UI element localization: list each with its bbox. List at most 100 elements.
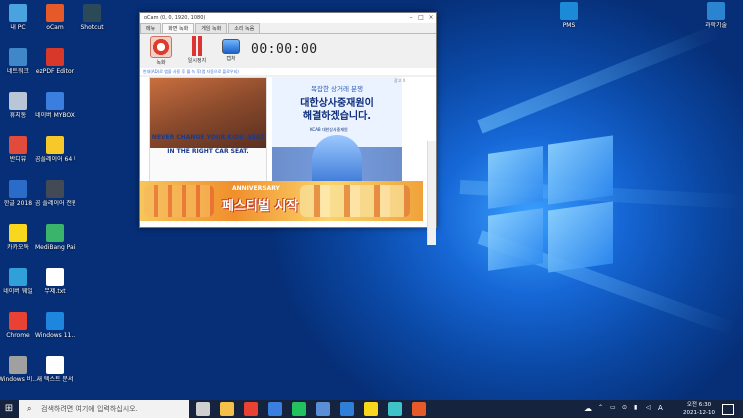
search-icon: ⌕ [27, 404, 32, 413]
desktop-icon[interactable]: Chrome [0, 312, 38, 339]
desktop-icon-label: 휴지통 [9, 112, 27, 119]
desktop-icon-label: 네이버 웨일 [3, 288, 33, 295]
light-beam [477, 23, 724, 134]
search-placeholder: 검색하려면 여기에 입력하십시오. [41, 405, 138, 413]
desktop-icon[interactable]: PMS [549, 2, 589, 29]
ad-art-characters [300, 185, 410, 217]
desktop-icon[interactable]: 네이버 MYBOX [35, 92, 75, 119]
language-indicator[interactable]: A [658, 404, 663, 412]
taskbar-app-mail[interactable] [340, 402, 354, 416]
game-banner-ad[interactable]: ANNIVERSARY 페스티벌 시작 [140, 181, 423, 221]
desktop-icon-label: ezPDF Editor [35, 68, 75, 75]
notification-icon[interactable] [722, 404, 734, 415]
taskbar-app-task-view[interactable] [196, 402, 210, 416]
tab-audio-record[interactable]: 소리 녹음 [228, 23, 261, 33]
taskbar-app-app-18[interactable] [268, 402, 282, 416]
app-icon [9, 224, 27, 242]
taskbar-app-chrome[interactable] [244, 402, 258, 416]
app-icon [46, 180, 64, 198]
taskbar-app-ocam[interactable] [412, 402, 426, 416]
ad-subline: 해결하겠습니다. [302, 111, 372, 122]
app-icon [707, 2, 725, 20]
close-icon[interactable]: × [426, 13, 436, 23]
start-button[interactable]: ⊞ [0, 400, 18, 418]
minimize-icon[interactable]: – [406, 13, 416, 23]
desktop-icon[interactable]: Shotcut [72, 4, 112, 31]
taskbar-app-line[interactable] [292, 402, 306, 416]
desktop-icon[interactable]: 카카오톡 [0, 224, 38, 251]
app-icon [46, 268, 64, 286]
desktop-icon[interactable]: 곰플레이어 64 비트 [35, 136, 75, 163]
desktop-icon[interactable]: ezPDF Editor [35, 48, 75, 75]
desktop-icon-label: oCam [46, 24, 64, 31]
taskbar-app-kakaotalk[interactable] [364, 402, 378, 416]
ad-close-button[interactable]: 광고 X [394, 78, 405, 84]
app-icon [46, 356, 64, 374]
desktop-icon-label: 내 PC [10, 24, 26, 31]
clock[interactable]: 오전 6:30 2021-12-10 [682, 401, 716, 417]
network-icon[interactable]: ⊙ [622, 404, 627, 411]
desktop-icon[interactable]: 반디뷰 [0, 136, 38, 163]
desktop-icon[interactable]: 휴지통 [0, 92, 38, 119]
ocam-title-bar[interactable]: oCam (0, 0, 1920, 1080) – □ × [140, 13, 436, 23]
display-icon[interactable]: ▭ [610, 404, 616, 411]
desktop-icon[interactable]: oCam [35, 4, 75, 31]
scrollbar[interactable] [427, 141, 436, 245]
desktop-icon-label: Windows 비... [0, 376, 38, 383]
app-icon [9, 136, 27, 154]
desktop-icon[interactable]: 과학기술 [696, 2, 736, 29]
volume-icon[interactable]: ◁ [646, 404, 651, 411]
maximize-icon[interactable]: □ [416, 13, 426, 23]
app-icon [560, 2, 578, 20]
ad-logo-text: KCAB 대한상사중재원 [310, 127, 348, 132]
desktop-icon[interactable]: 무제.txt [35, 268, 75, 295]
desktop-icon[interactable]: 곰 플레이어 전원 [35, 180, 75, 207]
ocam-notice-link[interactable]: 반대(AD)로 앱을 사용 후 월 녹 후(앱 자동으로 플로우되) [140, 68, 436, 75]
windows-icon: ⊞ [4, 403, 14, 414]
desktop-icon[interactable]: 새 텍스트 문서 [35, 356, 75, 383]
app-icon [46, 136, 64, 154]
clock-time: 오전 6:30 [686, 402, 712, 408]
tab-game-record[interactable]: 게임 녹화 [195, 23, 228, 33]
tab-menu[interactable]: 메뉴 [140, 23, 162, 33]
ad-illustration [312, 135, 362, 185]
car-seat-ad[interactable]: NEVER CHANGE YOUR KIDS' SEAT IN THE RIGH… [149, 77, 267, 183]
cloud-icon[interactable]: ☁ [584, 404, 592, 413]
desktop-icon-label: 네이버 MYBOX [35, 112, 75, 119]
pause-button[interactable]: 일시정지 [184, 36, 210, 64]
record-button[interactable]: 녹화 [148, 36, 174, 66]
app-icon [46, 312, 64, 330]
battery-icon[interactable]: ▮ [634, 404, 637, 411]
desktop-icon[interactable]: MediBang Paint Pro [35, 224, 75, 251]
desktop-icon[interactable]: 한글 2018 [0, 180, 38, 207]
app-icon [9, 48, 27, 66]
desktop-icon-label: 네트워크 [6, 68, 30, 75]
ad-kicker: ANNIVERSARY [232, 185, 280, 192]
chevron-up-icon[interactable]: ⌃ [598, 404, 603, 411]
taskbar-app-file-explorer[interactable] [220, 402, 234, 416]
app-icon [83, 4, 101, 22]
ocam-window[interactable]: oCam (0, 0, 1920, 1080) – □ × 메뉴 화면 녹화 게… [139, 12, 437, 245]
ad-kicker: 복잡한 상거래 분쟁 [311, 85, 363, 93]
app-icon [46, 4, 64, 22]
desktop-icon[interactable]: 네이버 웨일 [0, 268, 38, 295]
desktop-icon[interactable]: Windows 비... [0, 356, 38, 383]
ocam-tab-bar: 메뉴 화면 녹화 게임 녹화 소리 녹음 [140, 23, 436, 34]
app-icon [9, 180, 27, 198]
desktop-icon-label: 한글 2018 [3, 200, 33, 207]
desktop-icon-label: 새 텍스트 문서 [36, 376, 74, 383]
desktop-icon-label: 곰 플레이어 전원 [35, 200, 75, 207]
taskbar-app-app-teal[interactable] [388, 402, 402, 416]
taskbar-app-store[interactable] [316, 402, 330, 416]
app-icon [46, 224, 64, 242]
tab-screen-record[interactable]: 화면 녹화 [162, 23, 195, 33]
desktop-icon[interactable]: Windows 11... [35, 312, 75, 339]
desktop-icon[interactable]: 네트워크 [0, 48, 38, 75]
taskbar: ⊞ ⌕ 검색하려면 여기에 입력하십시오. ☁ ⌃ ▭ ⊙ ▮ ◁ A 오전 6… [0, 400, 743, 418]
desktop-icon[interactable]: 내 PC [0, 4, 38, 31]
capture-button[interactable]: 캡처 [218, 36, 244, 62]
app-icon [46, 92, 64, 110]
kcab-ad[interactable]: 복잡한 상거래 분쟁 대한상사중재원이 해결하겠습니다. KCAB 대한상사중재… [272, 77, 402, 185]
search-box[interactable]: ⌕ 검색하려면 여기에 입력하십시오. [19, 400, 189, 418]
capture-label: 캡처 [226, 56, 236, 62]
